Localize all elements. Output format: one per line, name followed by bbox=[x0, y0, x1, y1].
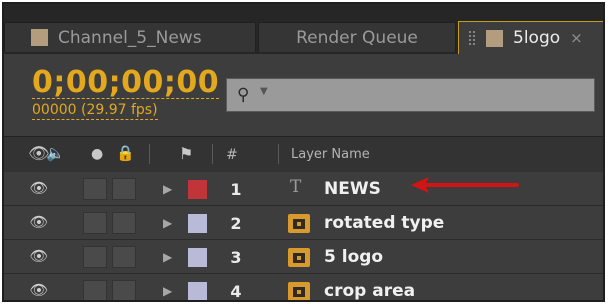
timeline-panel: Channel_5_News Render Queue 5logo × 0;00… bbox=[2, 2, 605, 302]
layer-name[interactable]: crop area bbox=[324, 281, 415, 300]
column-divider bbox=[212, 144, 213, 164]
eye-icon[interactable]: 👁 bbox=[28, 179, 50, 197]
expand-triangle-icon[interactable]: ▶ bbox=[163, 182, 172, 196]
lock-toggle[interactable] bbox=[112, 212, 136, 234]
text-layer-icon: T bbox=[290, 177, 302, 197]
tab-label: Render Queue bbox=[296, 27, 418, 48]
composition-icon bbox=[288, 248, 310, 267]
composition-icon bbox=[288, 214, 310, 233]
expand-triangle-icon[interactable]: ▶ bbox=[163, 216, 172, 230]
comp-color-swatch bbox=[486, 29, 503, 47]
layer-name[interactable]: rotated type bbox=[324, 213, 444, 233]
solo-dot-icon: ● bbox=[91, 146, 104, 162]
layer-name[interactable]: 5 logo bbox=[324, 247, 383, 267]
label-color-swatch[interactable] bbox=[188, 282, 207, 300]
drag-grip-icon[interactable] bbox=[468, 30, 476, 46]
eye-icon[interactable]: 👁 bbox=[28, 281, 50, 299]
audio-toggle[interactable] bbox=[83, 280, 107, 300]
eye-icon[interactable]: 👁 bbox=[28, 247, 50, 265]
label-tag-icon: ⚑ bbox=[179, 144, 194, 163]
close-icon[interactable]: × bbox=[570, 29, 583, 47]
tab-render-queue[interactable]: Render Queue bbox=[258, 22, 456, 52]
expand-triangle-icon[interactable]: ▶ bbox=[163, 284, 172, 298]
composition-icon bbox=[288, 282, 310, 300]
layer-name[interactable]: NEWS bbox=[324, 179, 381, 199]
column-divider bbox=[149, 144, 150, 164]
lock-icon: 🔒 bbox=[116, 144, 135, 162]
label-color-swatch[interactable] bbox=[188, 214, 207, 233]
layer-number: 4 bbox=[230, 282, 242, 301]
label-color-swatch[interactable] bbox=[188, 180, 207, 199]
tab-label: Channel_5_News bbox=[58, 27, 202, 48]
audio-toggle[interactable] bbox=[83, 212, 107, 234]
frame-count-display[interactable]: 00000 (29.97 fps) bbox=[32, 101, 158, 120]
number-column-header[interactable]: # bbox=[226, 147, 238, 163]
tab-channel-5-news[interactable]: Channel_5_News bbox=[4, 22, 256, 52]
layer-number: 3 bbox=[230, 248, 242, 267]
annotation-arrow bbox=[411, 177, 519, 193]
audio-speaker-icon: 🔈 bbox=[46, 144, 65, 162]
eye-icon[interactable]: 👁 bbox=[28, 213, 50, 231]
lock-toggle[interactable] bbox=[112, 178, 136, 200]
tab-label: 5logo bbox=[513, 28, 561, 48]
audio-toggle[interactable] bbox=[83, 178, 107, 200]
layer-name-column-header[interactable]: Layer Name bbox=[291, 147, 370, 162]
expand-triangle-icon[interactable]: ▶ bbox=[163, 250, 172, 264]
layer-search-field[interactable]: ⚲ ▼ bbox=[226, 78, 595, 112]
search-icon[interactable]: ⚲ bbox=[237, 85, 249, 105]
lock-toggle[interactable] bbox=[112, 280, 136, 300]
comp-color-swatch bbox=[31, 29, 48, 46]
lock-toggle[interactable] bbox=[112, 246, 136, 268]
chevron-down-icon[interactable]: ▼ bbox=[260, 86, 268, 97]
tab-5logo[interactable]: 5logo × bbox=[458, 21, 603, 54]
label-color-swatch[interactable] bbox=[188, 248, 207, 267]
layer-number: 1 bbox=[230, 180, 242, 199]
current-time-display[interactable]: 0;00;00;00 bbox=[32, 68, 220, 99]
audio-toggle[interactable] bbox=[83, 246, 107, 268]
layer-number: 2 bbox=[230, 214, 242, 233]
column-divider bbox=[278, 144, 279, 164]
